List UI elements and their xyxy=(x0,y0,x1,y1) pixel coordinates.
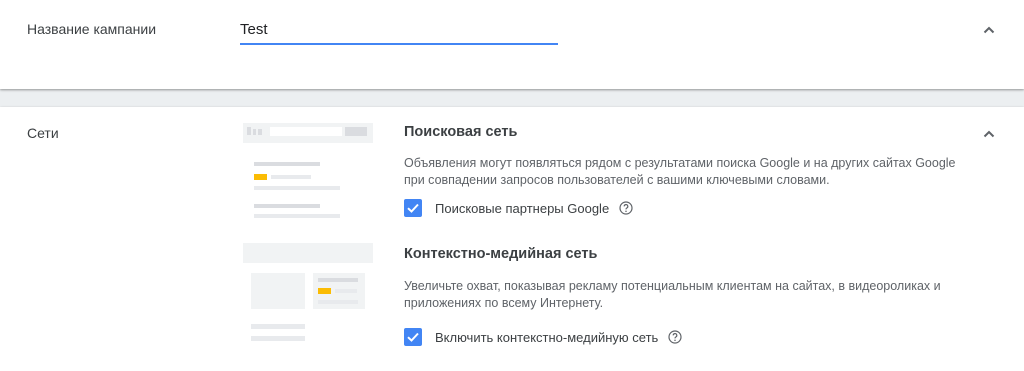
display-network-title: Контекстно-медийная сеть xyxy=(404,246,598,262)
chevron-up-icon[interactable] xyxy=(983,128,995,140)
display-network-label: Включить контекстно-медийную сеть xyxy=(435,329,659,345)
campaign-name-label: Название кампании xyxy=(27,21,157,37)
display-network-checkbox[interactable] xyxy=(404,328,422,346)
search-partners-label: Поисковые партнеры Google xyxy=(435,200,610,216)
search-network-title: Поисковая сеть xyxy=(404,124,518,140)
search-partners-checkbox-row[interactable]: Поисковые партнеры Google xyxy=(404,198,633,218)
networks-card: Сети Поисковая сеть Объявления могут поя… xyxy=(0,107,1024,371)
campaign-name-input[interactable] xyxy=(240,18,558,45)
search-network-illustration xyxy=(243,123,373,227)
search-partners-checkbox[interactable] xyxy=(404,199,422,217)
display-network-checkbox-row[interactable]: Включить контекстно-медийную сеть xyxy=(404,327,682,347)
search-network-description: Объявления могут появляться рядом с резу… xyxy=(404,156,956,187)
networks-label: Сети xyxy=(27,125,59,141)
display-network-illustration xyxy=(243,243,373,349)
help-circle-icon[interactable] xyxy=(619,201,633,215)
help-circle-icon[interactable] xyxy=(668,330,682,344)
display-network-description: Увеличьте охват, показывая рекламу потен… xyxy=(404,279,941,310)
campaign-name-card: Название кампании xyxy=(0,0,1024,89)
check-icon xyxy=(407,203,419,213)
chevron-up-icon[interactable] xyxy=(983,24,995,36)
check-icon xyxy=(407,332,419,342)
